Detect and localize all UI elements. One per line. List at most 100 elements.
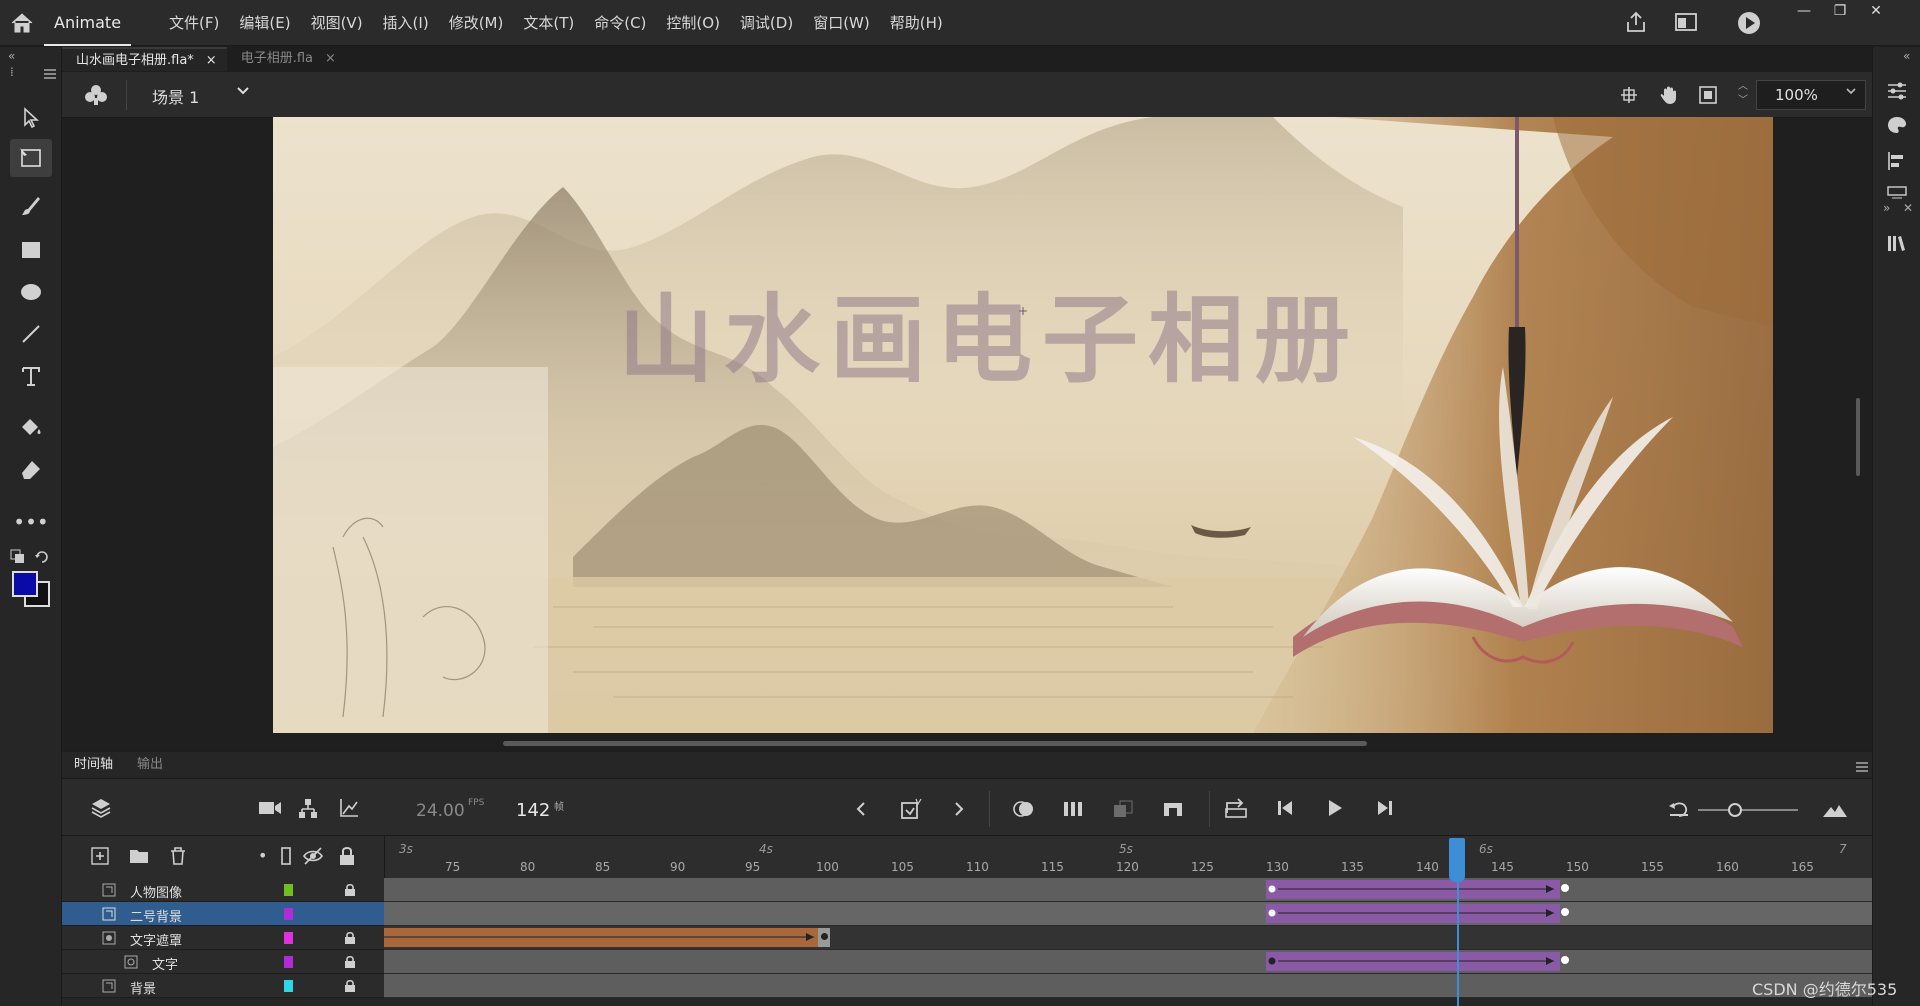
reset-colors-icon[interactable] xyxy=(34,549,50,569)
layer-row[interactable]: 背景 xyxy=(62,974,384,998)
prev-keyframe-icon[interactable] xyxy=(854,801,868,821)
step-back-icon[interactable] xyxy=(1276,799,1296,821)
insert-blank-frame-icon[interactable] xyxy=(1162,799,1184,823)
layer-color-swatch[interactable] xyxy=(284,908,293,920)
eraser-tool-icon[interactable] xyxy=(10,451,52,489)
camera-icon[interactable] xyxy=(258,799,282,821)
keyframe-dot[interactable] xyxy=(1561,908,1569,916)
stage-horizontal-scrollbar[interactable] xyxy=(503,741,1367,746)
lock-icon[interactable] xyxy=(344,955,356,973)
stage-canvas[interactable]: 山水画电子相册 + xyxy=(273,117,1773,733)
chevron-down-icon[interactable] xyxy=(1845,85,1857,101)
keyframe-dot[interactable] xyxy=(1561,956,1569,964)
color-palette-icon[interactable] xyxy=(1886,115,1908,139)
app-name-tab[interactable]: Animate xyxy=(44,0,132,46)
lock-all-layers-icon[interactable] xyxy=(338,845,356,871)
line-tool-icon[interactable] xyxy=(10,315,52,353)
next-keyframe-icon[interactable] xyxy=(952,801,966,821)
menu-insert[interactable]: 插入(I) xyxy=(373,12,439,33)
layer-row-selected[interactable]: 二号背景 xyxy=(62,902,384,926)
tab-timeline[interactable]: 时间轴 xyxy=(62,752,125,778)
current-frame-value[interactable]: 142 xyxy=(516,800,550,821)
motion-tween-span[interactable] xyxy=(1266,880,1560,899)
expand-panel-icon[interactable]: » xyxy=(1883,201,1890,215)
motion-tween-span[interactable] xyxy=(1266,952,1560,971)
properties-icon[interactable] xyxy=(1886,81,1908,105)
frame-row[interactable] xyxy=(384,926,1872,950)
hide-all-layers-icon[interactable] xyxy=(302,846,324,870)
menu-modify[interactable]: 修改(M) xyxy=(439,12,514,33)
menu-commands[interactable]: 命令(C) xyxy=(584,12,656,33)
restore-icon[interactable]: ❐ xyxy=(1822,0,1858,22)
close-tab-icon[interactable]: × xyxy=(325,47,336,71)
close-panel-icon[interactable]: ✕ xyxy=(1903,201,1913,215)
selection-tool-icon[interactable] xyxy=(10,99,52,137)
layer-color-swatch[interactable] xyxy=(284,932,293,944)
keyframe-dot[interactable] xyxy=(821,933,828,940)
lock-icon[interactable] xyxy=(344,883,356,901)
highlight-layer-icon[interactable]: • xyxy=(258,846,267,865)
tools-menu-icon[interactable] xyxy=(44,67,56,83)
frame-grid[interactable] xyxy=(384,878,1872,998)
frame-row[interactable] xyxy=(384,902,1872,926)
share-icon[interactable] xyxy=(1624,10,1648,38)
snap-center-icon[interactable] xyxy=(1620,86,1638,108)
layer-parenting-icon[interactable] xyxy=(298,797,318,823)
frame-row[interactable] xyxy=(384,974,1872,998)
outline-toggle-icon[interactable] xyxy=(280,846,292,870)
zoom-stepper-icon[interactable]: ︿ ﹀ xyxy=(1738,80,1748,108)
oval-tool-icon[interactable] xyxy=(10,273,52,311)
shape-tween-span[interactable] xyxy=(384,928,818,947)
layer-row[interactable]: 文字 xyxy=(62,950,384,974)
edit-multiple-frames-icon[interactable] xyxy=(1062,799,1084,823)
doc-tab-active[interactable]: 山水画电子相册.fla* × xyxy=(62,47,227,71)
collapse-panel-icon[interactable]: « xyxy=(8,49,15,63)
new-layer-icon[interactable] xyxy=(90,846,110,870)
workspace-layout-icon[interactable] xyxy=(1674,12,1698,36)
graph-editor-icon[interactable] xyxy=(338,797,360,823)
home-icon[interactable] xyxy=(0,0,44,46)
zoom-field[interactable]: 100% xyxy=(1756,80,1866,110)
layers-icon[interactable] xyxy=(90,797,112,823)
fit-timeline-icon[interactable] xyxy=(1822,801,1848,823)
panel-menu-icon[interactable] xyxy=(1856,760,1868,776)
frame-row[interactable] xyxy=(384,878,1872,902)
scene-selector[interactable]: 场景 1 xyxy=(152,84,199,108)
frame-view-icon[interactable] xyxy=(1112,799,1134,823)
test-movie-play-icon[interactable] xyxy=(1736,10,1762,40)
play-icon[interactable] xyxy=(1326,799,1344,821)
new-folder-icon[interactable] xyxy=(128,846,150,870)
step-forward-icon[interactable] xyxy=(1374,799,1394,821)
chevron-down-icon[interactable] xyxy=(236,84,250,102)
frame-row[interactable] xyxy=(384,950,1872,974)
edit-symbol-icon[interactable] xyxy=(84,84,108,110)
timeline-ruler[interactable]: 3s 4s 5s 6s 7 75 80 85 90 95 100 105 110… xyxy=(384,836,1872,878)
motion-tween-span[interactable] xyxy=(1266,904,1560,923)
swap-colors-icon[interactable] xyxy=(10,549,26,569)
insert-keyframe-icon[interactable] xyxy=(900,798,922,824)
menu-edit[interactable]: 编辑(E) xyxy=(229,12,300,33)
free-transform-tool-icon[interactable] xyxy=(10,139,52,177)
hand-tool-icon[interactable] xyxy=(1658,84,1680,110)
menu-window[interactable]: 窗口(W) xyxy=(803,12,880,33)
lock-icon[interactable] xyxy=(344,931,356,949)
playhead-line[interactable] xyxy=(1457,838,1459,1006)
brush-tool-icon[interactable] xyxy=(10,187,52,225)
layer-color-swatch[interactable] xyxy=(284,980,293,992)
stage-title-text[interactable]: 山水画电子相册 xyxy=(618,262,1360,401)
menu-control[interactable]: 控制(O) xyxy=(656,12,730,33)
assets-library-icon[interactable] xyxy=(1886,233,1908,257)
layer-color-swatch[interactable] xyxy=(284,956,293,968)
layer-row[interactable]: 人物图像 xyxy=(62,878,384,902)
fill-color-swatch[interactable] xyxy=(12,571,38,597)
expand-panel-icon[interactable]: « xyxy=(1903,49,1910,63)
rectangle-tool-icon[interactable] xyxy=(10,231,52,269)
close-tab-icon[interactable]: × xyxy=(206,49,217,71)
menu-view[interactable]: 视图(V) xyxy=(301,12,373,33)
more-tools-icon[interactable]: ••• xyxy=(10,503,52,541)
layer-row[interactable]: 文字遮罩 xyxy=(62,926,384,950)
fps-value[interactable]: 24.00 xyxy=(416,801,465,821)
stage-vertical-scrollbar[interactable] xyxy=(1856,398,1860,476)
clip-to-stage-icon[interactable] xyxy=(1698,85,1718,109)
align-icon[interactable] xyxy=(1886,151,1908,175)
